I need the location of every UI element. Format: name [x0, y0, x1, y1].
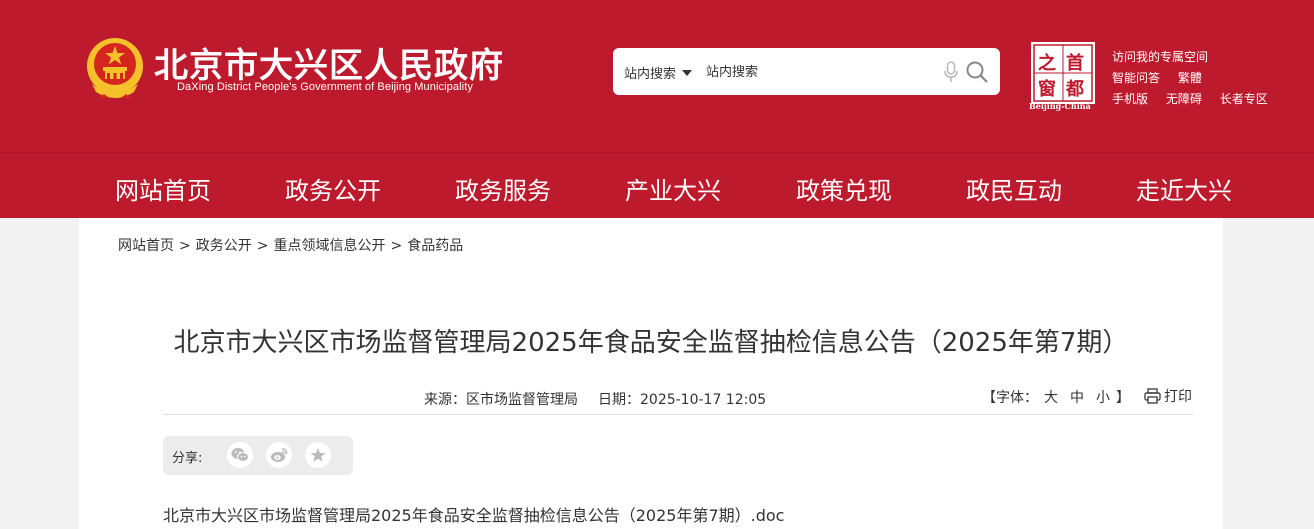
share-bar: 分享: [163, 436, 353, 475]
font-size-medium-button[interactable]: 中 [1070, 390, 1084, 406]
font-size-label: 【字体： [982, 390, 1038, 406]
main-content: 网站首页 > 政务公开 > 重点领域信息公开 > 食品药品 北京市大兴区市场监督管理局202… [79, 218, 1223, 529]
search-icon[interactable] [965, 60, 989, 84]
quick-link-mobile[interactable]: 手机版 [1112, 92, 1148, 106]
nav-item-policy[interactable]: 政策兑现 [796, 171, 892, 206]
share-favorite-button[interactable] [305, 442, 331, 468]
nav-item-government-affairs[interactable]: 政务公开 [285, 171, 381, 206]
breadcrumb-separator: > [179, 238, 191, 254]
microphone-icon[interactable] [943, 61, 959, 83]
capital-logo-char: 窗 [1038, 79, 1056, 100]
nav-item-home[interactable]: 网站首页 [115, 171, 211, 206]
nav-item-government-services[interactable]: 政务服务 [455, 171, 551, 206]
share-weibo-button[interactable] [266, 442, 292, 468]
capital-logo-char: 都 [1066, 79, 1084, 100]
search-scope-dropdown[interactable]: 站内搜索 [624, 63, 693, 82]
site-title[interactable]: 北京市大兴区人民政府 [154, 38, 504, 87]
favorite-star-icon [310, 448, 326, 462]
print-button[interactable]: 打印 [1144, 386, 1192, 406]
article-meta: 来源：区市场监督管理局 日期：2025-10-17 12:05 [424, 389, 766, 409]
divider [163, 414, 1193, 415]
quick-link-my-space[interactable]: 访问我的专属空间 [1112, 50, 1208, 64]
printer-icon [1144, 388, 1161, 404]
national-emblem-icon [87, 38, 143, 99]
article-title: 北京市大兴区市场监督管理局2025年食品安全监督抽检信息公告（2025年第7期） [173, 328, 1129, 358]
nav-item-industry[interactable]: 产业大兴 [625, 171, 721, 206]
attachment-link[interactable]: 北京市大兴区市场监督管理局2025年食品安全监督抽检信息公告（2025年第7期）… [163, 502, 784, 526]
capital-logo-char: 之 [1038, 53, 1056, 74]
nav-item-about-daxing[interactable]: 走近大兴 [1136, 171, 1232, 206]
breadcrumb-item[interactable]: 网站首页 [118, 238, 174, 254]
article-date: 日期：2025-10-17 12:05 [598, 392, 767, 408]
main-nav: 网站首页 政务公开 政务服务 产业大兴 政策兑现 政民互动 走近大兴 [0, 152, 1314, 218]
quick-link-accessibility[interactable]: 无障碍 [1166, 92, 1202, 106]
font-size-large-button[interactable]: 大 [1044, 390, 1058, 406]
share-wechat-button[interactable] [227, 442, 253, 468]
share-label: 分享: [172, 451, 203, 466]
breadcrumb-item[interactable]: 食品药品 [407, 238, 463, 254]
quick-link-smart-qa[interactable]: 智能问答 [1112, 71, 1160, 85]
font-size-control: 【字体： 大中小】 [982, 387, 1130, 407]
site-subtitle: DaXing District People's Government of B… [177, 81, 473, 93]
quick-link-traditional-chinese[interactable]: 繁體 [1178, 71, 1202, 85]
nav-item-interaction[interactable]: 政民互动 [966, 171, 1062, 206]
capital-logo-caption: Beijing-China [1029, 101, 1091, 111]
font-size-small-button[interactable]: 小 [1096, 390, 1110, 406]
capital-logo-char: 首 [1066, 53, 1084, 74]
wechat-icon [231, 448, 249, 462]
search-scope-label: 站内搜索 [624, 67, 677, 82]
search-input[interactable] [706, 60, 936, 84]
search-box: 站内搜索 [613, 48, 1000, 95]
chevron-down-icon [682, 69, 693, 76]
breadcrumb-separator: > [256, 238, 269, 254]
article-source: 来源：区市场监督管理局 [424, 392, 578, 408]
breadcrumb: 网站首页 > 政务公开 > 重点领域信息公开 > 食品药品 [118, 235, 463, 255]
breadcrumb-separator: > [390, 238, 403, 254]
capital-window-logo[interactable]: 首 都 之 窗 [1031, 42, 1095, 104]
font-size-label-close: 】 [1116, 390, 1130, 406]
weibo-icon [271, 448, 288, 462]
print-label: 打印 [1164, 389, 1192, 405]
breadcrumb-item[interactable]: 重点领域信息公开 [273, 238, 385, 254]
breadcrumb-item[interactable]: 政务公开 [196, 238, 252, 254]
quick-link-elderly[interactable]: 长者专区 [1220, 92, 1268, 106]
site-header: 北京市大兴区人民政府 DaXing District People's Gove… [0, 0, 1314, 152]
